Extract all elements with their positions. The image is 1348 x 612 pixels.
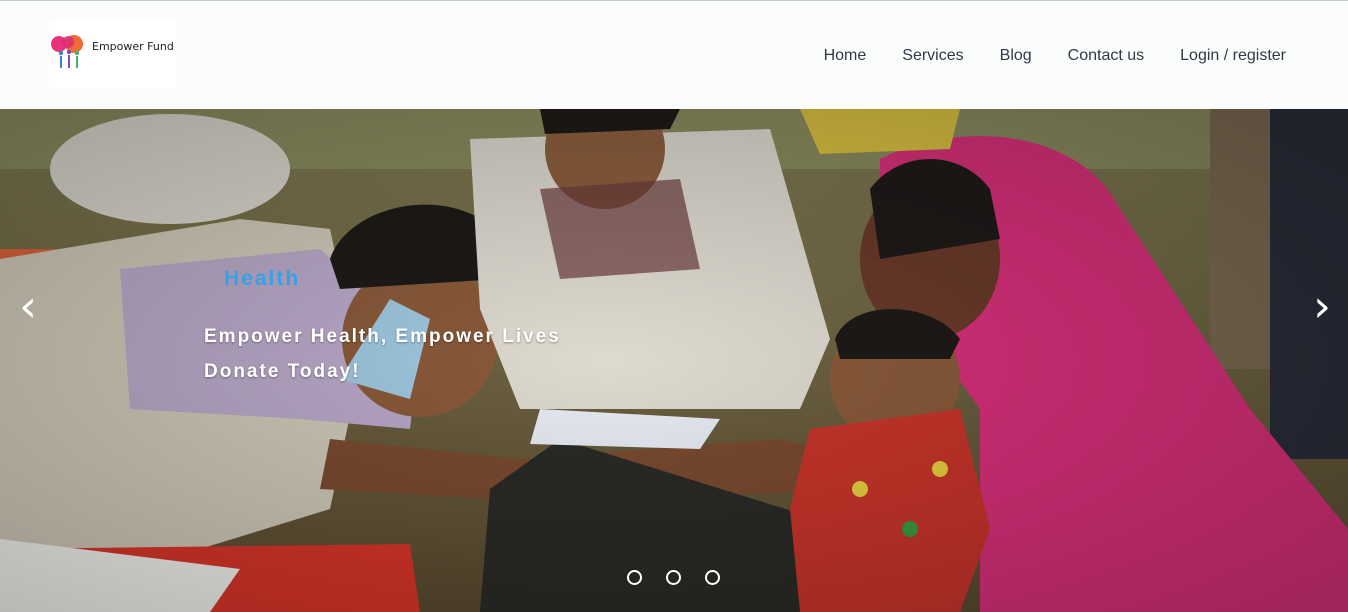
carousel-indicator[interactable] xyxy=(666,570,681,585)
slide-caption: Empower Health, Empower Lives Donate Tod… xyxy=(204,319,561,389)
slide-category: Health xyxy=(224,267,301,290)
slide-caption-line2: Donate Today! xyxy=(204,361,361,382)
nav-home[interactable]: Home xyxy=(824,47,867,65)
nav-blog[interactable]: Blog xyxy=(1000,47,1032,65)
carousel-indicators xyxy=(627,570,720,585)
logo-mark-icon xyxy=(51,35,83,68)
main-nav: Home Services Blog Contact us Login / re… xyxy=(824,46,1286,66)
brand-name: Empower Fund xyxy=(92,40,174,53)
nav-contact-us[interactable]: Contact us xyxy=(1068,47,1144,65)
hero-carousel: Health Empower Health, Empower Lives Don… xyxy=(0,109,1348,612)
brand-logo[interactable]: Empower Fund xyxy=(49,21,176,88)
carousel-prev-icon[interactable]: ‹ xyxy=(8,279,48,335)
nav-services[interactable]: Services xyxy=(902,47,963,65)
site-header: Empower Fund Home Services Blog Contact … xyxy=(0,1,1348,109)
page: Empower Fund Home Services Blog Contact … xyxy=(0,0,1348,612)
carousel-indicator[interactable] xyxy=(627,570,642,585)
slide-caption-line1: Empower Health, Empower Lives xyxy=(204,326,561,347)
carousel-next-icon[interactable]: › xyxy=(1302,279,1342,335)
nav-login-register[interactable]: Login / register xyxy=(1180,47,1286,65)
carousel-indicator[interactable] xyxy=(705,570,720,585)
hero-image xyxy=(0,109,1348,612)
